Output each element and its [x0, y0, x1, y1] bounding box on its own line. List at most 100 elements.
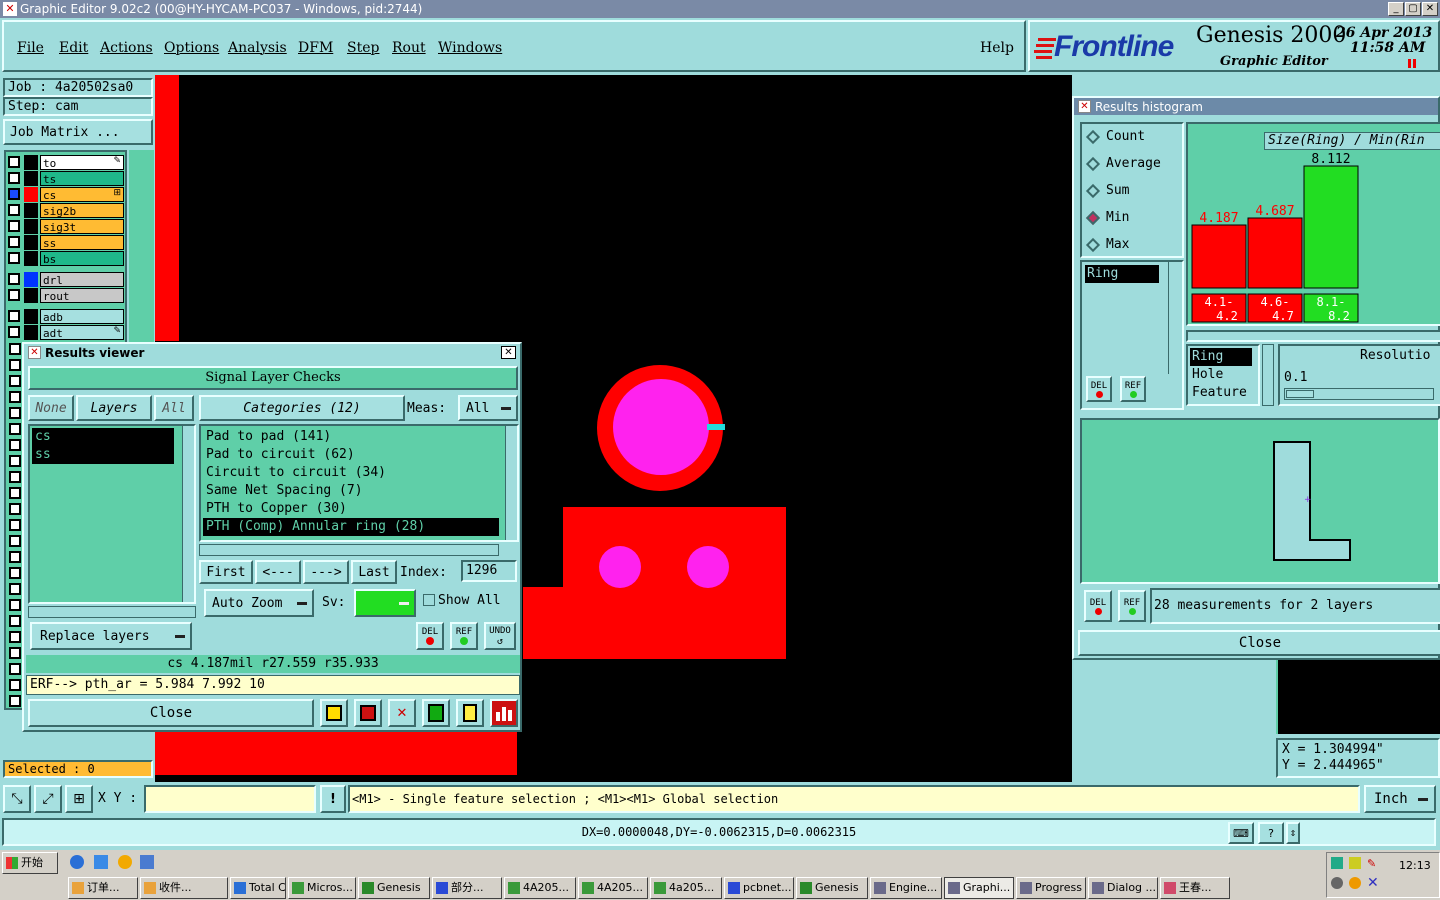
layer-checkbox[interactable]	[9, 551, 21, 563]
layer-checkbox[interactable]	[9, 391, 21, 403]
layer-name[interactable]: rout	[40, 288, 124, 303]
menu-step[interactable]: Step	[347, 40, 379, 56]
taskbar-button[interactable]: 4a205...	[650, 877, 722, 899]
layer-color-swatch[interactable]	[24, 187, 38, 202]
menu-windows[interactable]: Windows	[438, 40, 502, 56]
menu-file[interactable]: File	[17, 40, 44, 56]
histogram-bar[interactable]	[1247, 217, 1303, 289]
tool-clear-icon[interactable]: ✕	[388, 699, 416, 727]
h-scrollbar[interactable]	[28, 606, 196, 618]
layer-checkbox[interactable]	[9, 695, 21, 707]
hist-ref-button[interactable]: REF	[1120, 376, 1146, 402]
keyboard-icon[interactable]: ⌨	[1228, 822, 1254, 844]
tray-clock-icon[interactable]	[1331, 877, 1343, 889]
layer-checkbox[interactable]	[9, 407, 21, 419]
start-button[interactable]: 开始	[2, 852, 58, 874]
taskbar-button[interactable]: 4A205...	[504, 877, 576, 899]
layer-checkbox[interactable]	[9, 503, 21, 515]
histogram-close-button[interactable]: Close	[1078, 630, 1440, 656]
all-layers-button[interactable]: All	[154, 395, 194, 421]
tray-qq-icon[interactable]	[1349, 877, 1361, 889]
list-item[interactable]: Ring	[1085, 265, 1159, 283]
layer-checkbox[interactable]	[8, 236, 20, 248]
taskbar-button[interactable]: 订单...	[68, 877, 138, 899]
first-button[interactable]: First	[199, 560, 253, 584]
layer-name[interactable]: sig2b	[40, 203, 124, 218]
layer-checkbox[interactable]	[8, 310, 20, 322]
menu-options[interactable]: Options	[164, 40, 219, 56]
categories-list[interactable]: Pad to pad (141) Pad to circuit (62) Circu…	[199, 424, 519, 542]
layer-checkbox[interactable]	[9, 679, 21, 691]
units-select[interactable]: Inch	[1364, 785, 1436, 813]
taskbar-button[interactable]: Engine...	[870, 877, 942, 899]
maximize-button[interactable]: ▢	[1405, 2, 1421, 16]
category-item[interactable]: Pad to circuit (62)	[203, 446, 499, 464]
layer-row-drl[interactable]: drl	[8, 272, 124, 287]
layer-name[interactable]: drl	[40, 272, 124, 287]
layer-color-swatch[interactable]	[24, 288, 38, 303]
layer-checkbox[interactable]	[9, 583, 21, 595]
layer-row-cs[interactable]: cs ⊞	[8, 187, 124, 202]
none-button[interactable]: None	[28, 395, 74, 421]
hist-del-button[interactable]: DEL	[1086, 376, 1112, 402]
spinner-icon[interactable]: ⇕	[1286, 822, 1300, 844]
preview-del-button[interactable]: DEL	[1084, 590, 1112, 622]
tool-report-icon[interactable]	[354, 699, 382, 727]
category-item[interactable]: PTH (Comp) Annular ring (28)	[203, 518, 499, 536]
slider-thumb[interactable]	[1286, 390, 1314, 398]
list-item[interactable]: Ring	[1190, 348, 1252, 366]
h-scrollbar[interactable]	[1186, 330, 1440, 342]
zoom-fit-icon[interactable]: ⤡	[3, 785, 31, 813]
layer-checkbox[interactable]	[8, 273, 20, 285]
layer-color-swatch[interactable]	[24, 251, 38, 266]
layer-row-ts[interactable]: ts	[8, 171, 124, 186]
histogram-tool-icon[interactable]	[490, 699, 518, 727]
layer-checkbox[interactable]	[8, 220, 20, 232]
tool-notes-icon[interactable]	[456, 699, 484, 727]
layer-checkbox[interactable]	[9, 375, 21, 387]
menu-dfm[interactable]: DFM	[298, 40, 333, 56]
layer-checkbox[interactable]	[9, 599, 21, 611]
last-button[interactable]: Last	[351, 560, 397, 584]
category-item[interactable]: Pad to pad (141)	[203, 428, 499, 446]
mode-radio-max[interactable]: Max	[1085, 236, 1182, 256]
layer-checkbox[interactable]	[9, 663, 21, 675]
taskbar-button[interactable]: 部分...	[432, 877, 502, 899]
undo-button[interactable]: UNDO ↺	[484, 622, 516, 650]
layer-row-bs[interactable]: bs	[8, 251, 124, 266]
outlook-icon[interactable]	[94, 855, 108, 869]
info-icon[interactable]: !	[320, 785, 346, 813]
layer-checkbox[interactable]	[8, 188, 20, 200]
layer-checkbox[interactable]	[9, 567, 21, 579]
list-item[interactable]: ss	[32, 446, 174, 464]
layer-color-swatch[interactable]	[24, 325, 38, 340]
layer-row-adb[interactable]: adb	[8, 309, 124, 324]
layer-row-rout[interactable]: rout	[8, 288, 124, 303]
mode-radio-count[interactable]: Count	[1085, 128, 1182, 148]
drill-hole[interactable]	[613, 379, 709, 475]
xy-input[interactable]	[144, 785, 316, 813]
taskbar-button[interactable]: Total C...	[230, 877, 286, 899]
layer-checkbox[interactable]	[8, 326, 20, 338]
layer-checkbox[interactable]	[9, 487, 21, 499]
prev-button[interactable]: <---	[255, 560, 301, 584]
taskbar-button[interactable]: Progress	[1016, 877, 1086, 899]
taskbar-button[interactable]: Genesis	[796, 877, 868, 899]
layer-checkbox[interactable]	[9, 455, 21, 467]
via-hole-2[interactable]	[687, 546, 729, 588]
layer-color-swatch[interactable]	[24, 219, 38, 234]
taskbar-button[interactable]: 收件...	[140, 877, 228, 899]
tray-app-icon[interactable]	[1349, 857, 1361, 869]
via-hole-1[interactable]	[599, 546, 641, 588]
resolution-slider[interactable]	[1284, 388, 1434, 400]
category-item[interactable]: PTH to Copper (30)	[203, 500, 499, 518]
layer-color-swatch[interactable]	[24, 272, 38, 287]
index-input[interactable]: 1296	[461, 560, 517, 582]
network-icon[interactable]	[1331, 857, 1343, 869]
mode-radio-min[interactable]: Min	[1085, 209, 1182, 229]
mode-radio-sum[interactable]: Sum	[1085, 182, 1182, 202]
layer-name[interactable]: adb	[40, 309, 124, 324]
category-item[interactable]: Circuit to circuit (34)	[203, 464, 499, 482]
app-quick-icon[interactable]	[140, 855, 154, 869]
layer-name[interactable]: ts	[40, 171, 124, 186]
